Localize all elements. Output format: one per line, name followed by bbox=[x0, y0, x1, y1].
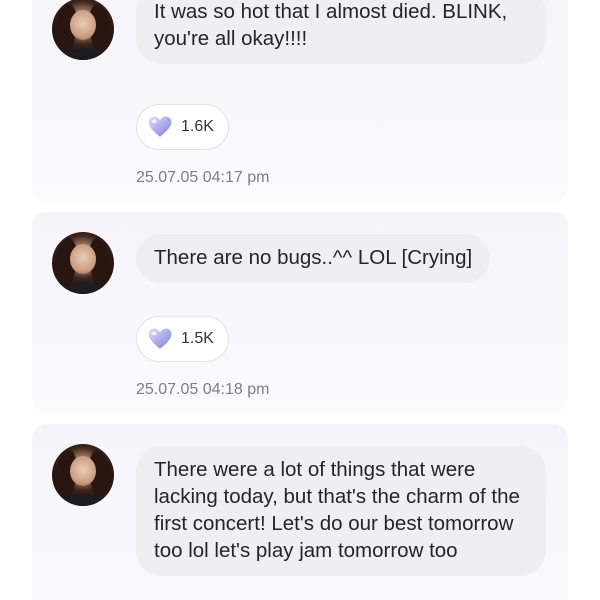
message-feed: It was so hot that I almost died. BLINK,… bbox=[0, 0, 600, 600]
post-card: It was so hot that I almost died. BLINK,… bbox=[32, 0, 568, 202]
heart-icon bbox=[148, 116, 172, 137]
reaction-button[interactable]: 1.5K bbox=[136, 316, 229, 362]
reaction-button[interactable]: 1.6K bbox=[136, 104, 229, 150]
message-bubble: There are no bugs..^^ LOL [Crying] bbox=[136, 234, 491, 283]
message-bubble: There were a lot of things that were lac… bbox=[136, 446, 546, 576]
reaction-count: 1.5K bbox=[181, 330, 214, 347]
avatar[interactable] bbox=[52, 444, 114, 506]
avatar[interactable] bbox=[52, 0, 114, 60]
post-card: There are no bugs..^^ LOL [Crying] 1.5K … bbox=[32, 212, 568, 412]
reaction-count: 1.6K bbox=[181, 118, 214, 135]
avatar[interactable] bbox=[52, 232, 114, 294]
post-card: There were a lot of things that were lac… bbox=[32, 424, 568, 600]
heart-icon bbox=[148, 328, 172, 349]
timestamp: 25.07.05 04:17 pm bbox=[136, 169, 270, 186]
timestamp: 25.07.05 04:18 pm bbox=[136, 381, 270, 398]
message-bubble: It was so hot that I almost died. BLINK,… bbox=[136, 0, 546, 64]
